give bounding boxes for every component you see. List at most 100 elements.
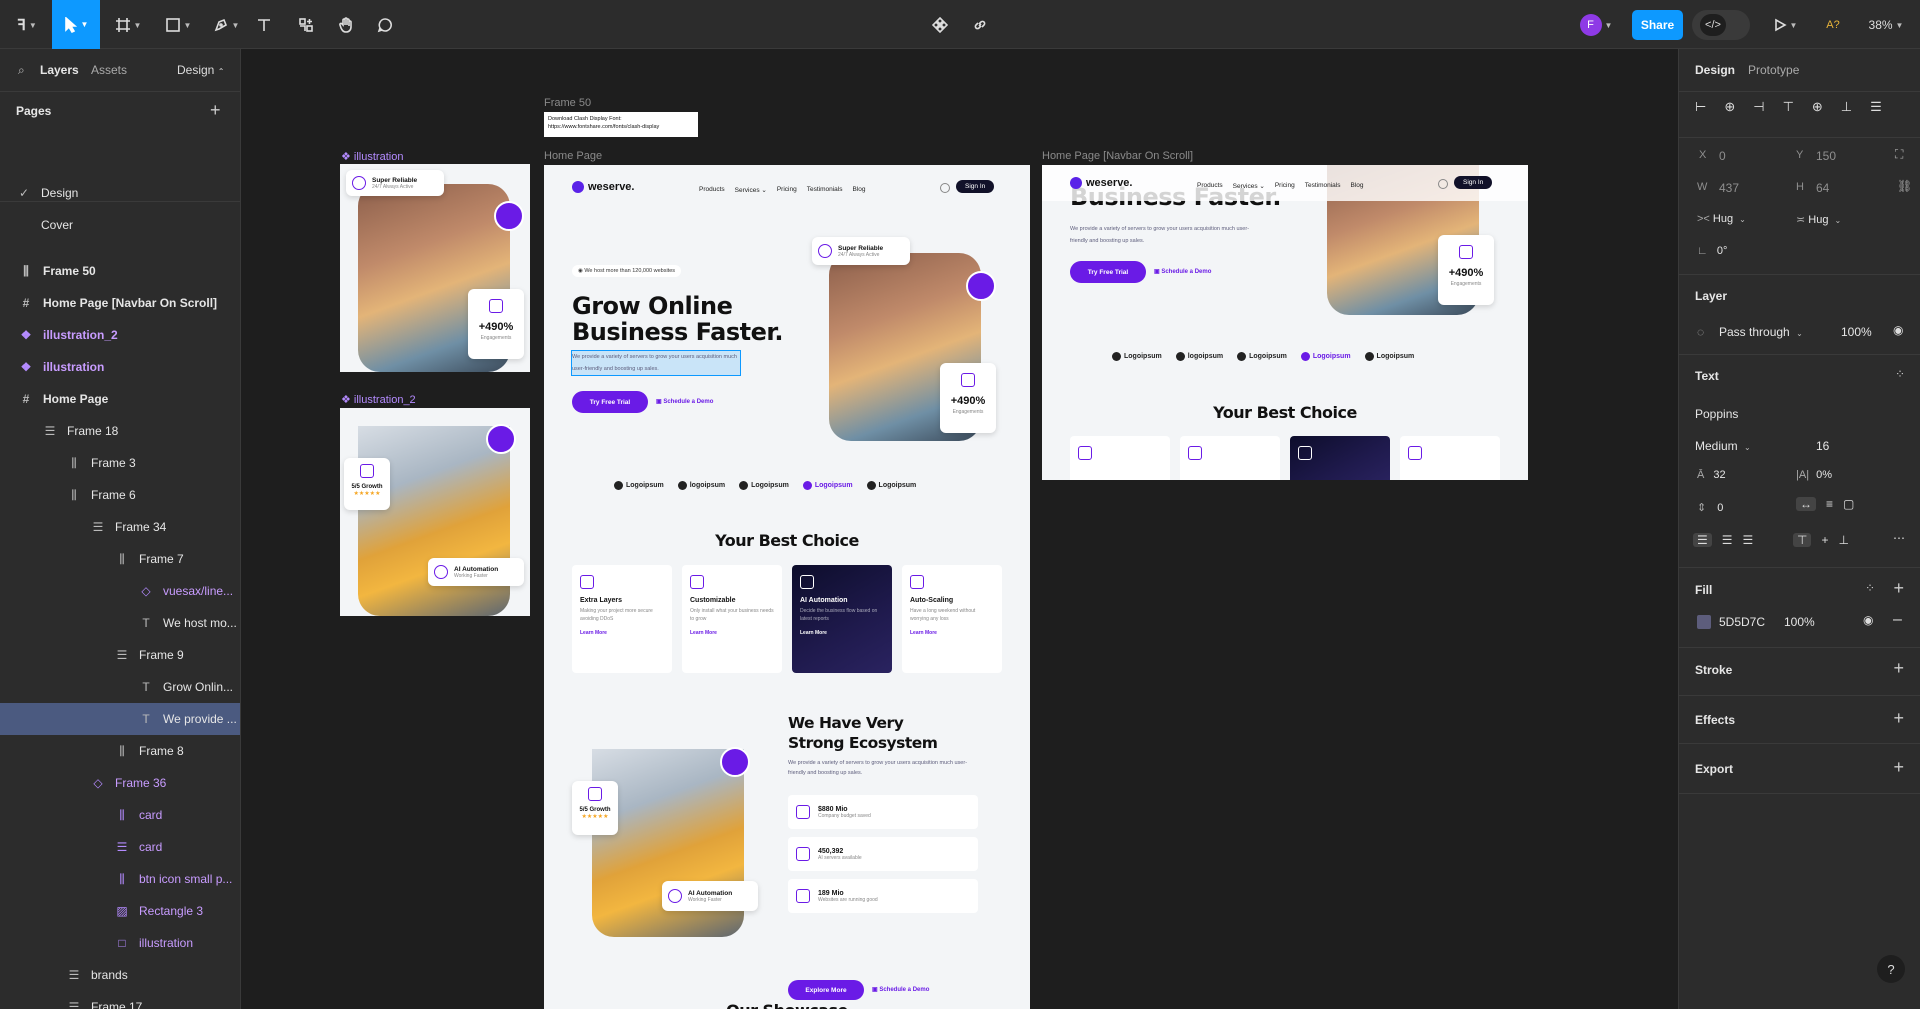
- canvas[interactable]: Frame 50 Download Clash Display Font: ht…: [242, 49, 1677, 1009]
- frame-label[interactable]: Home Page [Navbar On Scroll]: [1042, 150, 1193, 162]
- illustration2-frame[interactable]: 5/5 Growth ★★★★★ AI Automation Working Fa…: [340, 408, 530, 616]
- layer-opacity[interactable]: 100%: [1841, 325, 1872, 339]
- distribute-icon[interactable]: ☰: [1870, 99, 1882, 115]
- add-effect-icon[interactable]: +: [1893, 709, 1904, 727]
- align-bottom-icon[interactable]: ⊥: [1838, 533, 1848, 547]
- fill-hex[interactable]: 5D5D7C: [1719, 615, 1765, 629]
- illustration-frame[interactable]: Super Reliable 24/7 Always Active +490% E…: [340, 164, 530, 372]
- layer-row[interactable]: ⫼ Frame 7: [0, 543, 240, 575]
- component-tool-button[interactable]: [928, 9, 952, 41]
- layer-row[interactable]: ⫼ Frame 6: [0, 479, 240, 511]
- font-size-input[interactable]: 16: [1816, 439, 1829, 453]
- align-middle-icon[interactable]: +: [1821, 533, 1828, 547]
- fill-styles-icon[interactable]: ⁘: [1865, 581, 1875, 595]
- align-center-icon[interactable]: ☰: [1722, 533, 1733, 547]
- layer-row[interactable]: # Home Page [Navbar On Scroll]: [0, 287, 240, 319]
- layer-row[interactable]: ☰ Frame 34: [0, 511, 240, 543]
- eye-icon[interactable]: ◉: [1893, 323, 1903, 337]
- layer-row[interactable]: T Grow Onlin...: [0, 671, 240, 703]
- letter-spacing-field[interactable]: |A| 0%: [1796, 469, 1832, 481]
- align-top-icon[interactable]: ⊤: [1793, 533, 1812, 547]
- layer-row[interactable]: ☰ card: [0, 831, 240, 863]
- text-styles-icon[interactable]: ⁘: [1895, 367, 1905, 381]
- rotation-field[interactable]: ∟ 0°: [1697, 245, 1727, 257]
- layer-row[interactable]: ⫼ btn icon small p...: [0, 863, 240, 895]
- layer-row[interactable]: ☰ Frame 9: [0, 639, 240, 671]
- remove-fill-icon[interactable]: –: [1893, 611, 1902, 629]
- frame-tool-button[interactable]: ▼: [110, 9, 146, 41]
- add-fill-icon[interactable]: +: [1893, 579, 1904, 597]
- frame-50[interactable]: Download Clash Display Font: https://www…: [544, 112, 698, 137]
- layer-row[interactable]: ◇ vuesax/line...: [0, 575, 240, 607]
- layer-row[interactable]: ☰ Frame 17: [0, 991, 240, 1009]
- link-button[interactable]: [968, 9, 992, 41]
- layer-row[interactable]: ▨ Rectangle 3: [0, 895, 240, 927]
- share-button[interactable]: Share: [1632, 10, 1683, 40]
- hug-width-dropdown[interactable]: >< Hug ⌄: [1697, 213, 1746, 225]
- home-page-frame[interactable]: weserve. Products Services ⌄ Pricing Testim…: [544, 165, 1030, 1009]
- font-weight-dropdown[interactable]: Medium ⌄: [1695, 439, 1751, 453]
- text-tool-button[interactable]: [252, 9, 276, 41]
- fill-opacity[interactable]: 100%: [1784, 615, 1815, 629]
- line-height-field[interactable]: Ā 32: [1697, 469, 1726, 481]
- align-v-center-icon[interactable]: ⊕: [1812, 99, 1823, 115]
- page-item[interactable]: ✓ Design: [0, 177, 240, 209]
- dev-mode-toggle[interactable]: </>: [1692, 10, 1750, 40]
- x-input[interactable]: 0: [1719, 149, 1726, 163]
- resources-tool-button[interactable]: [294, 9, 318, 41]
- hand-tool-button[interactable]: [334, 9, 358, 41]
- auto-height-icon[interactable]: ≡: [1826, 497, 1833, 511]
- tab-layers[interactable]: Layers: [40, 63, 79, 77]
- search-icon[interactable]: ⌕: [18, 63, 25, 78]
- eye-icon[interactable]: ◉: [1863, 613, 1873, 627]
- layer-row[interactable]: T We host mo...: [0, 607, 240, 639]
- component-label[interactable]: ❖ illustration: [341, 150, 403, 163]
- constraints-icon[interactable]: ⛶: [1895, 147, 1903, 162]
- layer-row[interactable]: □ illustration: [0, 927, 240, 959]
- ai-badge[interactable]: A?: [1822, 9, 1844, 41]
- align-right-icon[interactable]: ☰: [1743, 533, 1754, 547]
- align-right-icon[interactable]: ⊣: [1753, 99, 1764, 115]
- navbar-scroll-frame[interactable]: Business Faster. We provide a variety of…: [1042, 165, 1528, 480]
- layer-row[interactable]: ⫼ Frame 8: [0, 735, 240, 767]
- align-h-center-icon[interactable]: ⊕: [1724, 99, 1735, 115]
- page-design-dropdown[interactable]: Design ⌃: [177, 63, 224, 77]
- component-label[interactable]: ❖ illustration_2: [341, 393, 416, 406]
- layer-row[interactable]: T We provide ...: [0, 703, 240, 735]
- paragraph-spacing-field[interactable]: ⇕ 0: [1697, 501, 1723, 514]
- y-input[interactable]: 150: [1816, 149, 1836, 163]
- add-export-icon[interactable]: +: [1893, 758, 1904, 776]
- shape-tool-button[interactable]: ▼: [160, 9, 196, 41]
- comment-tool-button[interactable]: [373, 9, 397, 41]
- fixed-size-icon[interactable]: ▢: [1843, 497, 1854, 511]
- layer-row[interactable]: ◇ Frame 36: [0, 767, 240, 799]
- auto-width-icon[interactable]: ↔: [1796, 497, 1816, 511]
- layer-row[interactable]: ☰ Frame 18: [0, 415, 240, 447]
- main-menu-button[interactable]: ꟻ ▼: [10, 9, 44, 41]
- move-tool-button[interactable]: ▼: [52, 0, 100, 49]
- add-stroke-icon[interactable]: +: [1893, 659, 1904, 677]
- h-input[interactable]: 64: [1816, 181, 1829, 195]
- lock-ratio-icon[interactable]: ⛓: [1897, 179, 1912, 193]
- align-left-icon[interactable]: ☰: [1693, 533, 1712, 547]
- frame-label[interactable]: Frame 50: [544, 97, 591, 109]
- tab-prototype[interactable]: Prototype: [1748, 63, 1799, 77]
- hug-height-dropdown[interactable]: ≍ Hug ⌄: [1796, 213, 1841, 226]
- tab-assets[interactable]: Assets: [91, 63, 127, 77]
- pen-tool-button[interactable]: ▼: [208, 9, 244, 41]
- fill-swatch[interactable]: [1697, 615, 1711, 629]
- help-button[interactable]: ?: [1877, 955, 1905, 983]
- layer-row[interactable]: ⫼ card: [0, 799, 240, 831]
- page-item[interactable]: Cover: [0, 209, 240, 241]
- tab-design[interactable]: Design: [1695, 63, 1735, 77]
- more-options-icon[interactable]: ⋯: [1893, 531, 1905, 545]
- present-button[interactable]: ▼: [1768, 9, 1802, 41]
- frame-label[interactable]: Home Page: [544, 150, 602, 162]
- layer-row[interactable]: ❖ illustration: [0, 351, 240, 383]
- add-page-icon[interactable]: +: [210, 100, 221, 121]
- align-top-icon[interactable]: ⊤: [1783, 99, 1794, 115]
- font-family-dropdown[interactable]: Poppins: [1695, 407, 1738, 421]
- zoom-dropdown[interactable]: 38% ▼: [1864, 9, 1908, 41]
- align-bottom-icon[interactable]: ⊥: [1841, 99, 1852, 115]
- user-avatar-button[interactable]: F ▼: [1576, 9, 1616, 41]
